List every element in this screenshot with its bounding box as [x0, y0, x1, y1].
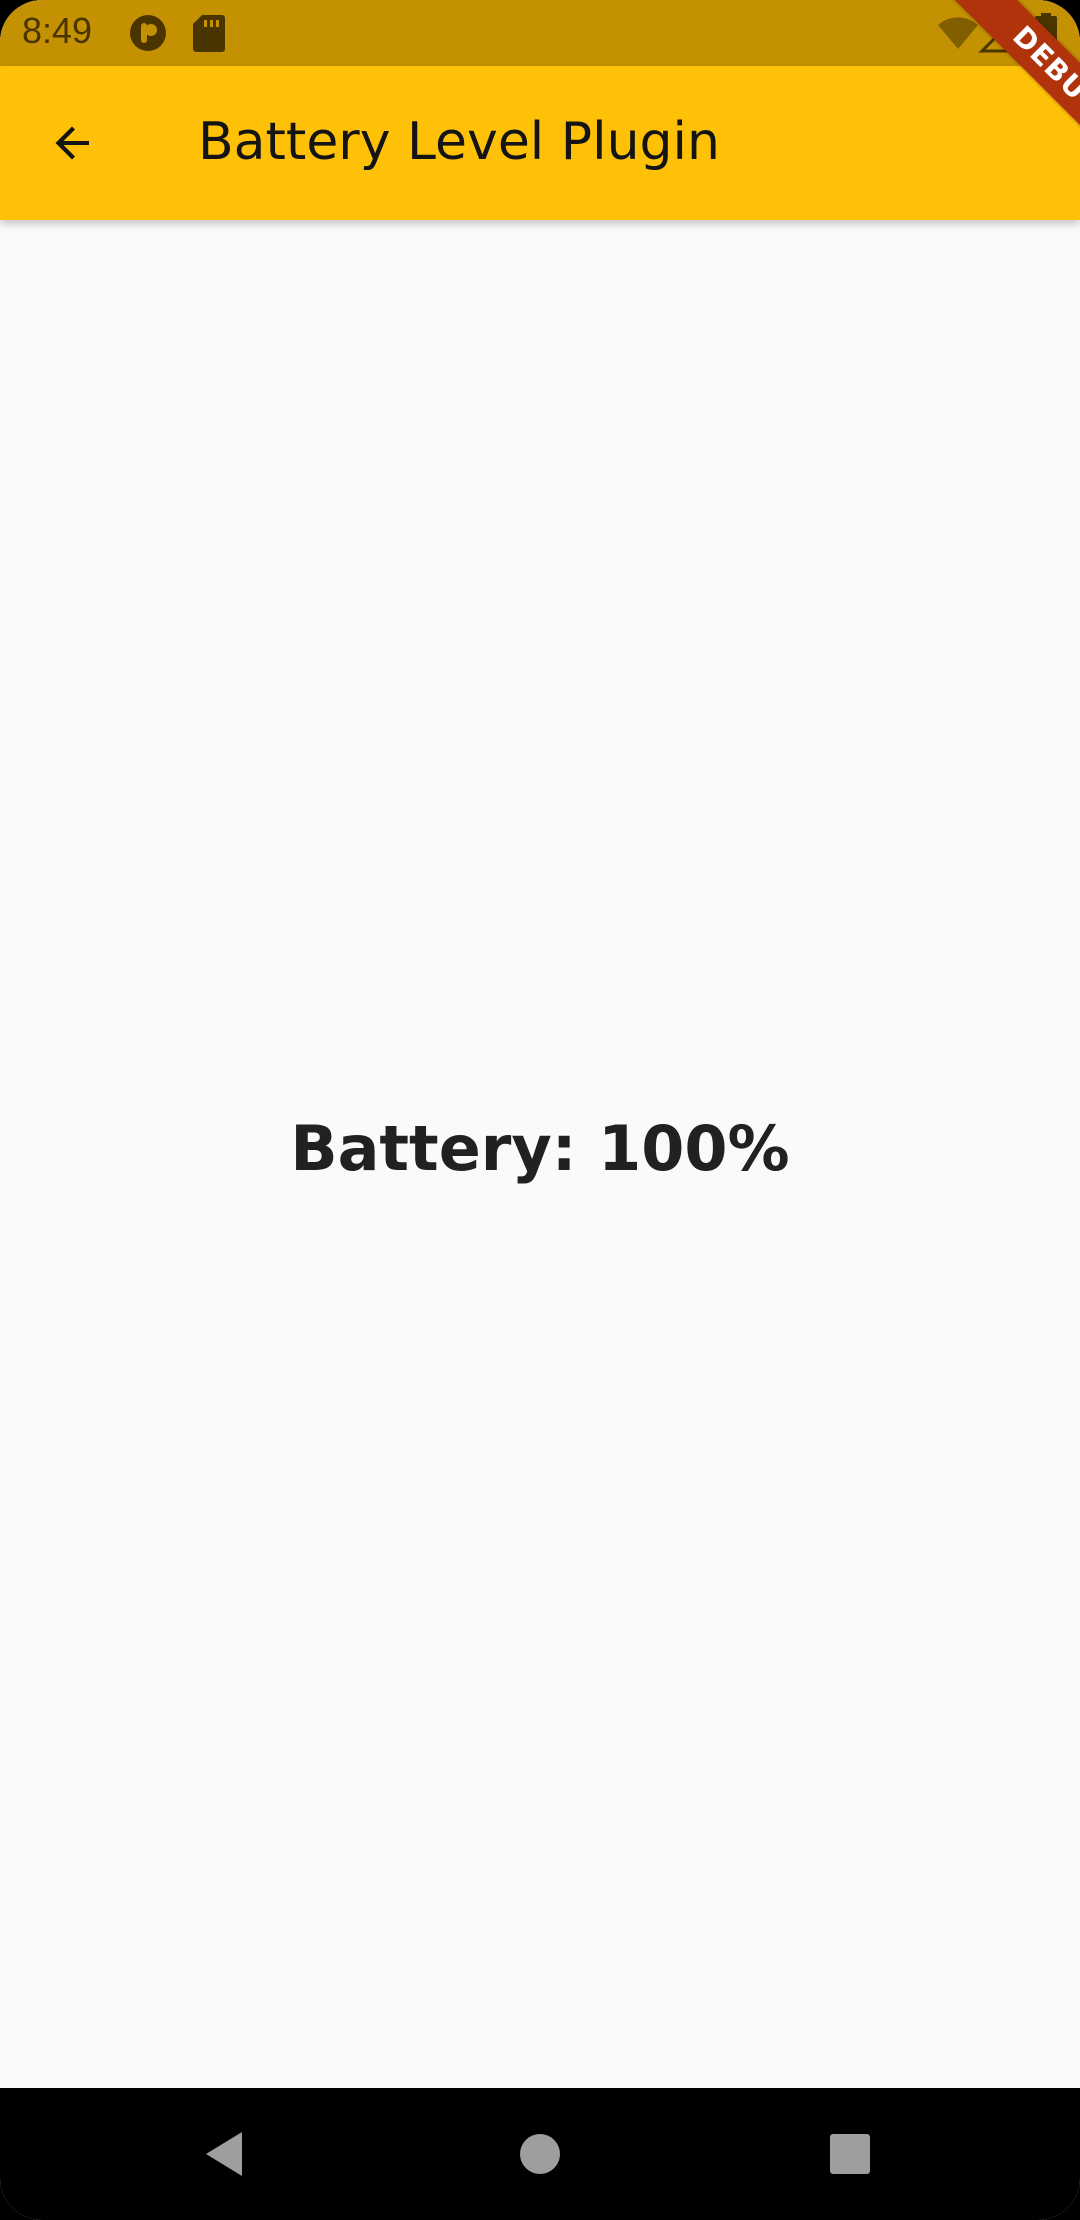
main-content: Battery: 100%: [0, 220, 1080, 2088]
nav-back-button[interactable]: [188, 2116, 264, 2192]
battery-level-text: Battery: 100%: [290, 1112, 790, 1185]
phone-screen: 8:49 DEBUG Battery Level Plugin Battery:…: [0, 0, 1080, 2220]
status-bar: 8:49: [0, 0, 1080, 66]
app-notification-icon: [128, 13, 168, 58]
battery-icon: [1034, 13, 1058, 58]
back-button[interactable]: [28, 98, 118, 188]
status-time: 8:49: [22, 10, 93, 51]
nav-recents-icon: [830, 2134, 870, 2174]
navigation-bar: [0, 2088, 1080, 2220]
wifi-icon: [936, 13, 980, 58]
signal-icon: [978, 13, 1018, 58]
nav-home-icon: [520, 2134, 560, 2174]
page-title: Battery Level Plugin: [198, 112, 720, 172]
app-bar: Battery Level Plugin: [0, 66, 1080, 220]
arrow-back-icon: [55, 126, 89, 160]
nav-recents-button[interactable]: [812, 2116, 888, 2192]
nav-home-button[interactable]: [502, 2116, 578, 2192]
sd-card-icon: [192, 13, 226, 58]
nav-back-icon: [206, 2132, 242, 2176]
